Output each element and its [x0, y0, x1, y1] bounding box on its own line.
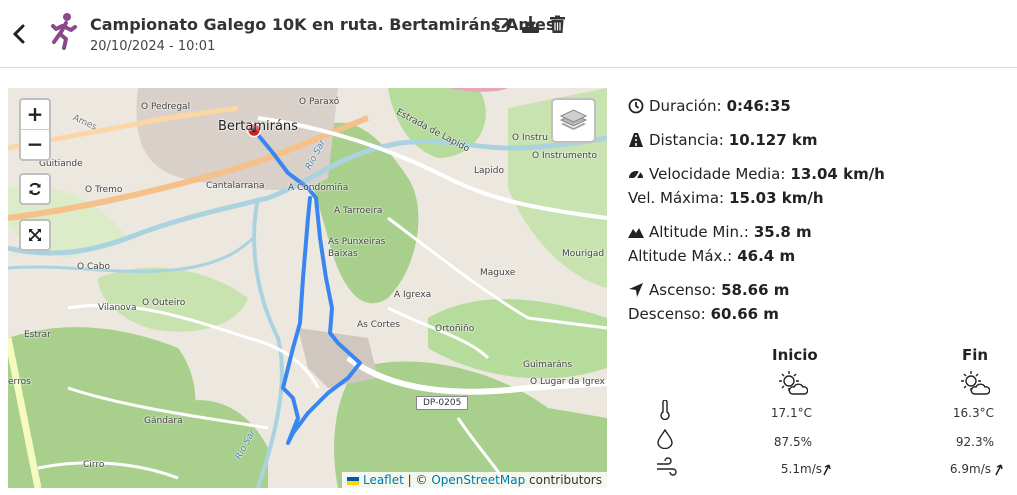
max-altitude-value: 46.4 m	[737, 247, 796, 265]
map-label: Lapido	[474, 166, 504, 176]
weather-start-header: Inicio	[772, 346, 818, 364]
layers-icon	[559, 109, 588, 130]
ukraine-flag-icon	[347, 476, 360, 485]
map-label: O Paraxó	[299, 97, 340, 107]
map-label: As Cortes	[357, 320, 400, 330]
map-label: Guimaráns	[523, 360, 573, 370]
max-speed-stat: Vel. Máxima: 15.03 km/h	[628, 186, 1008, 210]
map-label: Bertamiráns	[218, 119, 298, 134]
activity-header: Campionato Galego 10K en ruta. Bertamirá…	[0, 0, 1017, 68]
map-label: A Tarroeira	[334, 206, 383, 216]
download-icon[interactable]	[521, 15, 540, 34]
expand-icon	[29, 229, 41, 241]
max-speed-label: Vel. Máxima:	[628, 189, 725, 207]
sun-cloud-icon	[961, 371, 990, 395]
map-label: O Instru	[512, 133, 548, 143]
max-speed-value: 15.03 km/h	[729, 189, 824, 207]
activity-datetime: 20/10/2024 - 10:01	[90, 39, 216, 54]
map-label: O Cabo	[77, 262, 110, 272]
duration-stat: Duración: 0:46:35	[628, 94, 1008, 118]
fullscreen-button[interactable]	[19, 219, 51, 251]
map-label: O Lugar da Igrex	[530, 377, 605, 387]
route-map[interactable]: O Pedregal O Paraxó Bertamiráns Estrada …	[8, 88, 607, 488]
avg-speed-value: 13.04 km/h	[790, 165, 885, 183]
wind-direction-arrow-icon	[823, 464, 831, 476]
weather-end-header: Fin	[962, 346, 989, 364]
distance-stat: Distancia: 10.127 km	[628, 128, 1008, 152]
wind-icon	[657, 457, 677, 476]
page-title: Campionato Galego 10K en ruta. Bertamirá…	[90, 15, 556, 34]
map-label: O Pedregal	[141, 102, 191, 112]
map-label: Cirro	[83, 460, 105, 470]
map-label: erros	[8, 377, 31, 387]
distance-label: Distancia:	[649, 131, 724, 149]
zoom-out-button[interactable]: −	[21, 129, 49, 158]
wind-direction-arrow-icon	[995, 464, 1003, 476]
road-ref-label: DP-0205	[416, 396, 469, 410]
back-chevron-icon[interactable]	[10, 22, 30, 46]
ascent-value: 58.66 m	[721, 281, 790, 299]
sun-cloud-icon	[779, 371, 808, 395]
zoom-control: + −	[19, 98, 51, 161]
weather-table: Inicio Fin 17.1°C 16.3°C 87.5% 92.3% 5.1…	[628, 344, 1008, 484]
start-humidity: 87.5%	[773, 435, 812, 449]
header-actions	[494, 15, 567, 34]
map-label: A Igrexa	[394, 290, 432, 300]
map-label: O Instrumento	[532, 151, 597, 161]
refresh-icon	[29, 182, 41, 196]
avg-speed-label: Velocidade Media:	[649, 165, 786, 183]
clock-icon	[628, 98, 644, 114]
map-attribution: Leaflet | © OpenStreetMap contributors	[342, 472, 607, 488]
zoom-in-button[interactable]: +	[21, 100, 49, 129]
start-wind-speed: 5.1m/s	[780, 462, 822, 476]
end-wind-speed: 6.9m/s	[949, 462, 991, 476]
max-altitude-label: Altitude Máx.:	[628, 247, 733, 265]
osm-link[interactable]: OpenStreetMap	[431, 473, 525, 487]
distance-value: 10.127 km	[728, 131, 818, 149]
min-altitude-value: 35.8 m	[753, 223, 812, 241]
max-altitude-stat: Altitude Máx.: 46.4 m	[628, 244, 1008, 268]
min-altitude-label: Altitude Min.:	[649, 223, 749, 241]
running-person-icon	[51, 13, 77, 50]
end-temperature: 16.3°C	[952, 406, 994, 420]
map-label: As Punxeiras Baixas	[328, 237, 386, 259]
trash-icon[interactable]	[548, 15, 567, 34]
map-label: Maguxe	[480, 268, 516, 278]
map-label: A Condomiña	[288, 183, 349, 193]
duration-value: 0:46:35	[726, 97, 791, 115]
descent-value: 60.66 m	[710, 305, 779, 323]
humidity-drop-icon	[657, 429, 673, 449]
road-icon	[629, 133, 643, 147]
layers-button[interactable]	[551, 98, 596, 143]
map-label: Mourigad	[562, 249, 605, 259]
activity-stats: Duración: 0:46:35 Distancia: 10.127 km Vel…	[628, 94, 1008, 326]
map-label: O Tremo	[85, 185, 123, 195]
map-label: Gándara	[144, 416, 183, 426]
min-altitude-stat: Altitude Min.: 35.8 m	[628, 220, 1008, 244]
duration-label: Duración:	[649, 97, 722, 115]
location-arrow-icon	[629, 283, 643, 297]
thermometer-icon	[660, 400, 670, 420]
attribution-separator: | ©	[407, 473, 428, 487]
map-label: Vilanova	[98, 303, 137, 313]
map-tiles	[8, 88, 607, 488]
descent-label: Descenso:	[628, 305, 706, 323]
leaflet-link[interactable]: Leaflet	[363, 473, 404, 487]
ascent-stat: Ascenso: 58.66 m	[628, 278, 1008, 302]
refresh-button[interactable]	[19, 173, 51, 205]
ascent-label: Ascenso:	[649, 281, 717, 299]
start-temperature: 17.1°C	[770, 406, 812, 420]
map-label: O Outeiro	[142, 298, 186, 308]
map-label: Cantalarrana	[206, 181, 265, 191]
map-label: Estrar	[24, 330, 51, 340]
descent-stat: Descenso: 60.66 m	[628, 302, 1008, 326]
avg-speed-stat: Velocidade Media: 13.04 km/h	[628, 162, 1008, 186]
attribution-contributors: contributors	[529, 473, 602, 487]
mountain-icon	[628, 228, 644, 238]
speedometer-icon	[629, 171, 643, 180]
map-label: Ortoñiño	[435, 324, 475, 334]
end-humidity: 92.3%	[955, 435, 994, 449]
edit-icon[interactable]	[494, 15, 513, 34]
